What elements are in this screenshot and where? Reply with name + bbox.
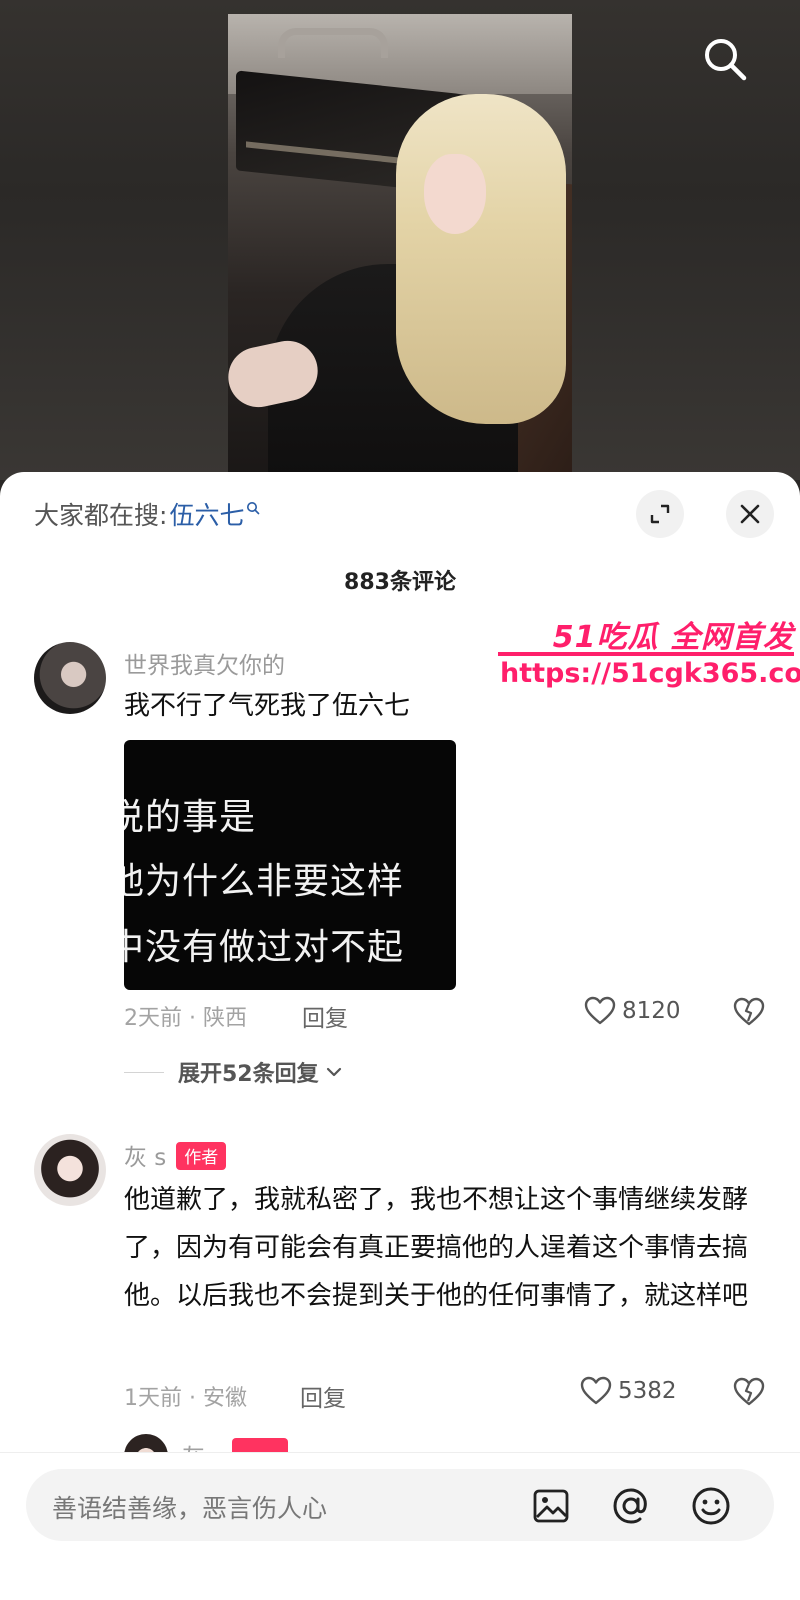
expand-panel-button[interactable] — [636, 490, 684, 538]
user-name: 灰 s — [124, 1145, 167, 1171]
reply-button[interactable]: 回复 — [302, 999, 348, 1033]
broken-heart-icon — [733, 997, 765, 1026]
comment-time-location: 2天前 · 陕西 — [124, 1006, 247, 1031]
comment-panel: 大家都在搜: 伍六七 883条评论 51吃瓜 全网首发 https://51cg… — [0, 472, 800, 1600]
user-name-row[interactable]: 灰 s 作者 — [124, 1138, 227, 1172]
image-text-line: 他为什么非要这样 — [124, 861, 405, 902]
person-face — [424, 154, 486, 234]
close-button[interactable] — [726, 490, 774, 538]
expand-replies[interactable]: 展开52条回复 — [124, 1056, 345, 1088]
video-frame[interactable] — [228, 14, 572, 480]
avatar[interactable] — [34, 1134, 106, 1206]
chevron-down-icon — [326, 1067, 341, 1077]
comment-input-bar: 善语结善缘，恶言伤人心 — [0, 1452, 800, 1600]
comment-text: 他道歉了，我就私密了，我也不想让这个事情继续发酵了，因为有可能会有真正要搞他的人… — [124, 1185, 749, 1311]
expand-icon — [650, 504, 670, 524]
car-handle — [278, 28, 388, 58]
heart-icon — [584, 996, 616, 1025]
emoji-icon — [692, 1487, 730, 1525]
trending-search[interactable]: 大家都在搜: 伍六七 — [34, 496, 260, 532]
search-icon — [705, 39, 747, 81]
expand-label: 展开52条回复 — [178, 1062, 319, 1087]
at-icon — [613, 1488, 647, 1524]
mention-button[interactable] — [608, 1483, 654, 1529]
heart-icon — [580, 1376, 612, 1405]
watermark: 51吃瓜 全网首发 https://51cgk365.com — [498, 612, 800, 692]
author-badge: 作者 — [176, 1142, 227, 1170]
trending-keyword[interactable]: 伍六七 — [169, 496, 244, 532]
dislike-button[interactable] — [733, 1377, 765, 1411]
image-text-line: 中没有做过对不起 — [124, 927, 405, 968]
user-name[interactable]: 世界我真欠你的 — [124, 646, 285, 680]
comment-image[interactable]: 说的事是 他为什么非要这样 中没有做过对不起 — [124, 740, 456, 990]
person-hair — [396, 94, 566, 424]
input-placeholder: 善语结善缘，恶言伤人心 — [52, 1494, 328, 1523]
broken-heart-icon — [733, 1377, 765, 1406]
image-text-line: 说的事是 — [124, 797, 257, 838]
panel-header: 大家都在搜: 伍六七 883条评论 — [0, 472, 800, 595]
comment-count: 883条评论 — [344, 570, 456, 595]
like-count: 5382 — [618, 1378, 677, 1404]
comment-time-location: 1天前 · 安徽 — [124, 1386, 247, 1411]
comment-input[interactable]: 善语结善缘，恶言伤人心 — [26, 1469, 774, 1541]
like-count: 8120 — [622, 998, 681, 1024]
close-icon — [740, 504, 760, 524]
like-button[interactable]: 8120 — [584, 996, 681, 1026]
divider-dash — [124, 1071, 164, 1073]
image-button[interactable] — [528, 1483, 574, 1529]
image-icon — [533, 1489, 569, 1523]
search-button[interactable] — [700, 34, 750, 84]
dislike-button[interactable] — [733, 997, 765, 1031]
reply-button[interactable]: 回复 — [300, 1379, 346, 1413]
emoji-button[interactable] — [688, 1483, 734, 1529]
comment-text: 我不行了气死我了伍六七 — [124, 691, 411, 721]
small-search-icon — [247, 502, 260, 515]
avatar[interactable] — [34, 642, 106, 714]
trending-prefix: 大家都在搜: — [34, 501, 168, 530]
watermark-tagline: 51吃瓜 全网首发 — [552, 620, 794, 655]
like-button[interactable]: 5382 — [580, 1376, 677, 1406]
watermark-underline — [498, 652, 794, 656]
